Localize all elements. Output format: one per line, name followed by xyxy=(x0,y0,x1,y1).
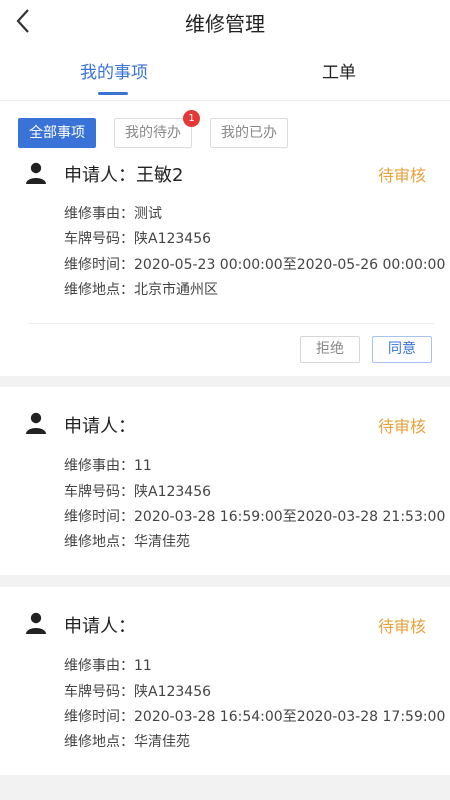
filter-todo-button[interactable]: 我的待办 xyxy=(114,118,192,148)
repair-reason: 维修事由：11 xyxy=(64,658,152,674)
repair-time: 维修时间：2020-05-23 00:00:00至2020-05-26 00:0… xyxy=(64,257,446,273)
plate-number: 车牌号码：陕A123456 xyxy=(64,484,212,500)
item-list[interactable]: 申请人：王敏2 待审核 维修事由：测试 车牌号码：陕A123456 维修时间：2… xyxy=(0,159,450,800)
applicant-name: 申请人：王敏2 xyxy=(64,165,184,186)
status-badge: 待审核 xyxy=(377,166,426,185)
request-card[interactable]: 申请人： 待审核 维修事由：11 车牌号码：陕A123456 维修时间：2020… xyxy=(0,387,450,575)
request-card[interactable]: 申请人：王敏2 待审核 维修事由：测试 车牌号码：陕A123456 维修时间：2… xyxy=(0,159,450,376)
filter-all-button[interactable]: 全部事项 xyxy=(18,118,96,148)
agree-button[interactable]: 同意 xyxy=(372,336,432,363)
plate-number: 车牌号码：陕A123456 xyxy=(64,684,212,700)
status-badge: 待审核 xyxy=(377,417,426,436)
nav-bar: 维修管理 xyxy=(0,0,450,44)
filter-bar: 全部事项 我的待办 1 我的已办 xyxy=(0,101,450,159)
page-title: 维修管理 xyxy=(185,12,265,36)
person-icon xyxy=(24,161,48,185)
repair-reason: 维修事由：测试 xyxy=(64,206,162,222)
tab-bar: 我的事项 工单 xyxy=(0,44,450,100)
filter-done-button[interactable]: 我的已办 xyxy=(210,118,288,148)
person-icon xyxy=(24,411,48,435)
plate-number: 车牌号码：陕A123456 xyxy=(64,231,212,247)
repair-location: 维修地点：北京市通州区 xyxy=(64,282,218,298)
repair-time: 维修时间：2020-03-28 16:54:00至2020-03-28 17:5… xyxy=(64,709,446,725)
tab-underline xyxy=(98,92,128,95)
applicant-name: 申请人： xyxy=(64,416,136,437)
card-divider xyxy=(28,323,434,324)
request-card[interactable]: 申请人： 待审核 维修事由：11 车牌号码：陕A123456 维修时间：2020… xyxy=(0,587,450,775)
status-badge: 待审核 xyxy=(377,617,426,636)
applicant-name: 申请人： xyxy=(64,616,136,637)
repair-time: 维修时间：2020-03-28 16:59:00至2020-03-28 21:5… xyxy=(64,509,446,525)
tab-work-orders[interactable]: 工单 xyxy=(322,58,356,83)
todo-count-badge: 1 xyxy=(183,110,200,127)
person-icon xyxy=(24,611,48,635)
reject-button[interactable]: 拒绝 xyxy=(300,336,360,363)
tab-my-items[interactable]: 我的事项 xyxy=(80,58,148,83)
repair-reason: 维修事由：11 xyxy=(64,458,152,474)
repair-location: 维修地点：华清佳苑 xyxy=(64,534,190,550)
repair-location: 维修地点：华清佳苑 xyxy=(64,734,190,750)
